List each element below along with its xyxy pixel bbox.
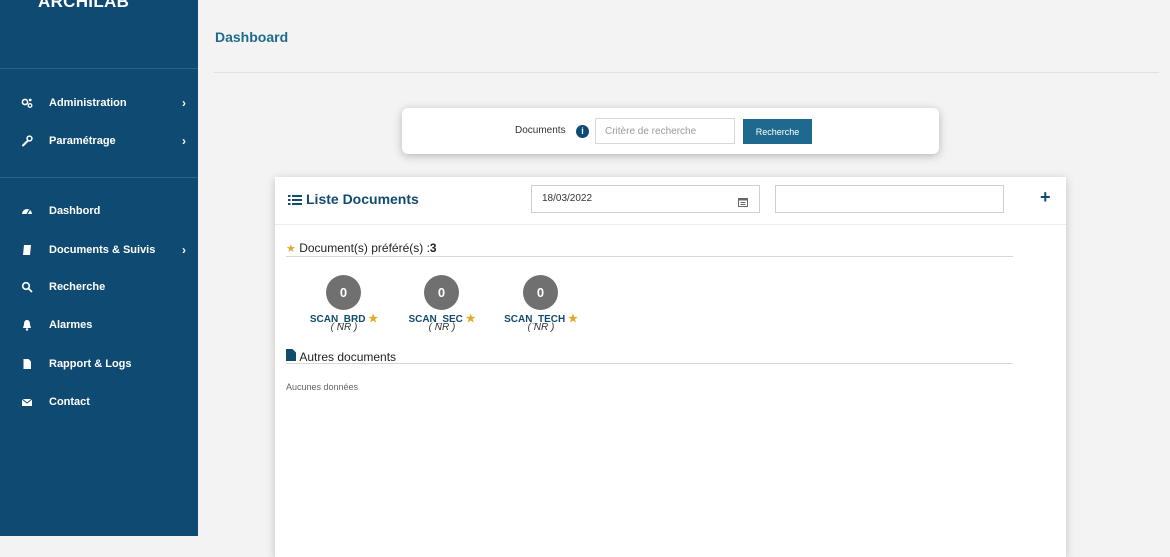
chevron-right-icon: › — [182, 243, 186, 257]
search-icon — [21, 281, 33, 293]
sidebar-item-label: Rapport & Logs — [49, 358, 132, 370]
info-icon[interactable]: i — [576, 125, 589, 138]
cogs-icon — [21, 97, 33, 109]
document-status: ( NR ) — [527, 322, 555, 333]
sidebar-item-label: Documents & Suivis — [49, 244, 156, 256]
sidebar-item-parametrage[interactable]: Paramétrage › — [0, 126, 198, 156]
file-icon — [286, 349, 296, 364]
dashboard-icon — [21, 205, 33, 217]
add-button[interactable]: + — [1040, 187, 1051, 207]
document-count-badge: 0 — [326, 275, 361, 310]
sidebar-item-label: Paramétrage — [49, 135, 116, 147]
other-documents-divider — [286, 363, 1013, 364]
page-title: Dashboard — [215, 29, 289, 45]
favorite-document-item[interactable]: 0 SCAN_SEC ★ ( NR ) — [402, 275, 482, 335]
brand-logo[interactable]: ARCHILAB — [38, 0, 129, 12]
list-icon — [288, 193, 302, 205]
sidebar-divider — [0, 177, 198, 178]
filter-input[interactable] — [775, 185, 1004, 213]
sidebar-item-dashbord[interactable]: Dashbord — [0, 196, 198, 226]
other-documents-label: Autres documents — [299, 349, 397, 364]
favorites-divider — [286, 256, 1013, 257]
search-button[interactable]: Recherche — [743, 119, 812, 144]
date-field[interactable]: 18/03/2022 — [531, 185, 760, 213]
header-divider — [214, 72, 1159, 73]
sidebar-item-administration[interactable]: Administration › — [0, 88, 198, 118]
search-panel: Documents i Recherche — [402, 108, 939, 154]
document-status: ( NR ) — [428, 322, 456, 333]
sidebar-item-label: Contact — [49, 396, 90, 408]
search-label: Documents — [515, 125, 566, 136]
chevron-right-icon: › — [182, 96, 186, 110]
sidebar-item-label: Alarmes — [49, 319, 93, 331]
card-title: Liste Documents — [306, 191, 419, 207]
favorite-document-item[interactable]: 0 SCAN_TECH ★ ( NR ) — [501, 275, 581, 335]
empty-state-text: Aucunes données — [286, 382, 359, 392]
document-count-badge: 0 — [424, 275, 459, 310]
date-value: 18/03/2022 — [542, 193, 593, 204]
chevron-right-icon: › — [182, 134, 186, 148]
file-icon — [21, 358, 33, 370]
star-icon: ★ — [286, 242, 296, 255]
sidebar-item-documents-suivis[interactable]: Documents & Suivis › — [0, 235, 198, 265]
favorites-count: 3 — [429, 241, 437, 255]
envelope-icon — [21, 396, 33, 408]
favorites-heading: ★ Document(s) préféré(s) : 3 — [286, 241, 437, 255]
other-documents-heading: Autres documents — [286, 349, 396, 364]
search-input[interactable] — [595, 118, 735, 144]
sidebar-divider — [0, 68, 198, 69]
wrench-icon — [21, 135, 33, 147]
bell-icon — [21, 319, 33, 331]
sidebar-item-recherche[interactable]: Recherche — [0, 272, 198, 302]
documents-list-card: Liste Documents 18/03/2022 + ★ Document(… — [275, 177, 1066, 557]
card-header: Liste Documents 18/03/2022 + — [275, 177, 1066, 225]
favorites-label: Document(s) préféré(s) : — [299, 241, 430, 255]
document-status: ( NR ) — [330, 322, 358, 333]
sidebar-item-alarmes[interactable]: Alarmes — [0, 310, 198, 340]
sidebar-item-label: Recherche — [49, 281, 106, 293]
book-icon — [21, 244, 33, 256]
sidebar-item-rapport-logs[interactable]: Rapport & Logs — [0, 349, 198, 379]
favorite-document-item[interactable]: 0 SCAN_BRD ★ ( NR ) — [304, 275, 384, 335]
sidebar: ARCHILAB Administration › Paramétrage › … — [0, 0, 198, 536]
sidebar-item-contact[interactable]: Contact — [0, 387, 198, 417]
calendar-icon[interactable] — [738, 194, 748, 207]
document-count-badge: 0 — [523, 275, 558, 310]
sidebar-item-label: Administration — [49, 97, 127, 109]
sidebar-item-label: Dashbord — [49, 205, 101, 217]
